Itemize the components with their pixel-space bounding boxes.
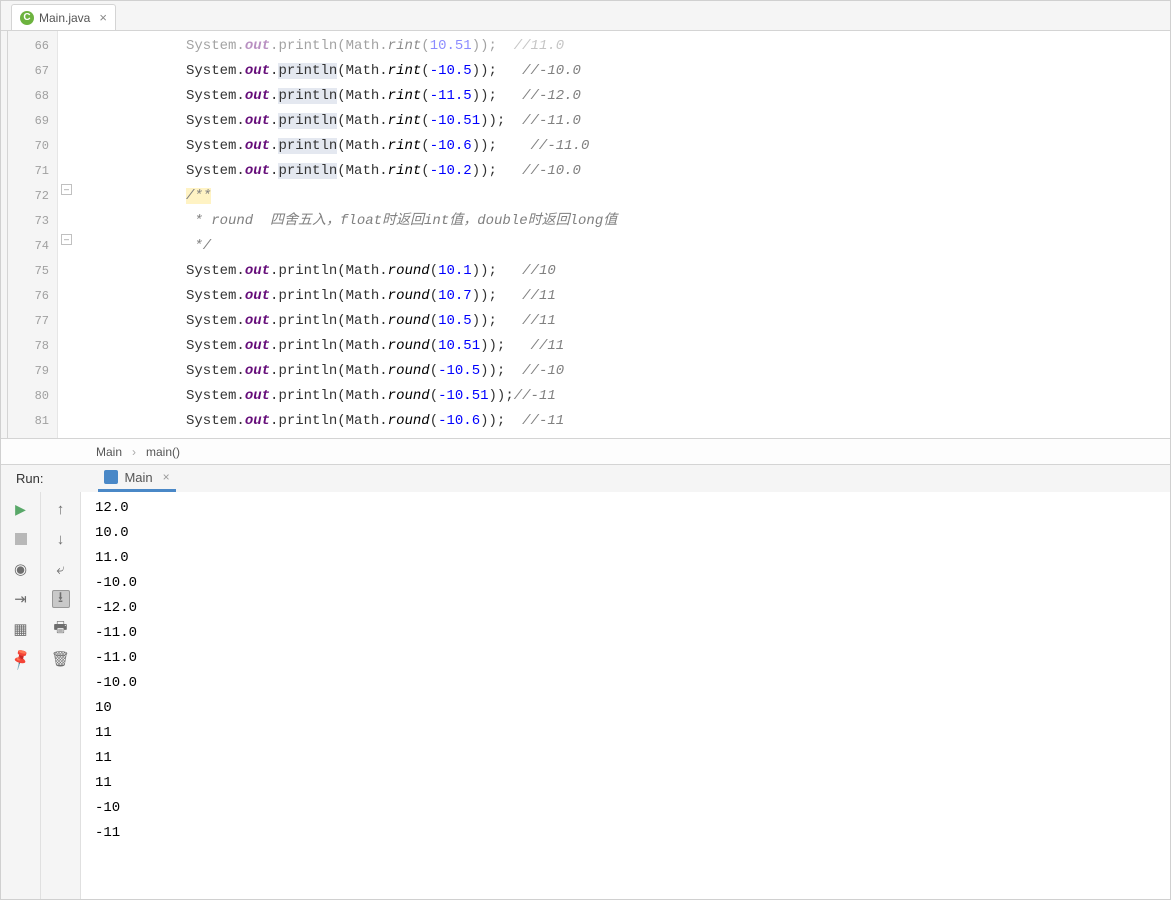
output-line: 11.0	[95, 546, 1170, 571]
output-line: 11	[95, 771, 1170, 796]
close-icon[interactable]: ×	[163, 470, 170, 484]
stop-icon[interactable]	[12, 530, 30, 548]
crumb-method[interactable]: main()	[146, 445, 180, 459]
pin-icon[interactable]: 📌	[8, 647, 33, 672]
layout-icon[interactable]: ▦	[12, 620, 30, 638]
run-label: Run:	[16, 471, 43, 486]
chevron-right-icon: ›	[132, 445, 136, 459]
code-line: System.out.println(Math.round(-10.6)); /…	[76, 409, 1170, 434]
code-line: System.out.println(Math.rint(-11.5)); //…	[76, 84, 1170, 109]
output-line: -11	[95, 821, 1170, 846]
line-number: 74	[8, 234, 49, 259]
code-line: System.out.println(Math.round(10.5)); //…	[76, 309, 1170, 334]
line-number: 76	[8, 284, 49, 309]
code-line: System.out.println(Math.rint(10.51)); //…	[76, 34, 1170, 59]
arrow-down-icon[interactable]: ↓	[52, 530, 70, 548]
output-line: 11	[95, 721, 1170, 746]
soft-wrap-icon[interactable]: ⤶	[52, 560, 70, 578]
code-line: */	[76, 234, 1170, 259]
line-number: 68	[8, 84, 49, 109]
code-line: System.out.println(Math.round(-10.51));/…	[76, 384, 1170, 409]
arrow-up-icon[interactable]: ↑	[52, 500, 70, 518]
run-toolbar-left: ▶ ◉ ⇥ ▦ 📌	[1, 492, 41, 899]
code-line: /**	[76, 184, 1170, 209]
rerun-icon[interactable]: ▶	[12, 500, 30, 518]
output-line: -11.0	[95, 621, 1170, 646]
output-line: 10.0	[95, 521, 1170, 546]
code-line: System.out.println(Math.rint(-10.6)); //…	[76, 134, 1170, 159]
code-line: System.out.println(Math.rint(-10.2)); //…	[76, 159, 1170, 184]
code-line: System.out.println(Math.round(10.1)); //…	[76, 259, 1170, 284]
line-number: 75	[8, 259, 49, 284]
line-number: 66	[8, 34, 49, 59]
breadcrumb: Main › main()	[1, 438, 1170, 464]
line-number: 72	[8, 184, 49, 209]
output-line: 12.0	[95, 496, 1170, 521]
output-line: 11	[95, 746, 1170, 771]
close-icon[interactable]: ×	[99, 10, 107, 25]
line-number: 71	[8, 159, 49, 184]
line-number: 69	[8, 109, 49, 134]
run-console: ▶ ◉ ⇥ ▦ 📌 ↑ ↓ ⤶ ⭳ 🖶 🗑 12.010.011.0-10.0-…	[1, 492, 1170, 899]
output-line: -10.0	[95, 571, 1170, 596]
output-line: -11.0	[95, 646, 1170, 671]
code-editor[interactable]: 666768697071727374757677787980818283 – –…	[1, 31, 1170, 438]
code-line: System.out.println(Math.rint(-10.51)); /…	[76, 109, 1170, 134]
code-line: System.out.println(Math.round(-10.2)); /…	[76, 434, 1170, 438]
line-number: 81	[8, 409, 49, 434]
fold-toggle-icon[interactable]: –	[61, 184, 72, 195]
tab-label: Main.java	[39, 11, 90, 25]
code-line: * round 四舍五入，float时返回int值，double时返回long值	[76, 209, 1170, 234]
run-toolbar: Run: Main ×	[1, 464, 1170, 492]
code-line: System.out.println(Math.round(10.7)); //…	[76, 284, 1170, 309]
output-line: -10	[95, 796, 1170, 821]
editor-tabbar: C Main.java ×	[1, 1, 1170, 31]
scroll-to-end-icon[interactable]: ⭳	[52, 590, 70, 608]
file-tab-main[interactable]: C Main.java ×	[11, 4, 116, 30]
line-number: 78	[8, 334, 49, 359]
fold-column: – –	[58, 31, 76, 438]
java-class-icon: C	[20, 11, 34, 25]
print-icon[interactable]: 🖶	[52, 620, 70, 638]
line-number: 70	[8, 134, 49, 159]
code-line: System.out.println(Math.rint(-10.5)); //…	[76, 59, 1170, 84]
run-toolbar-mid: ↑ ↓ ⤶ ⭳ 🖶 🗑	[41, 492, 81, 899]
fold-toggle-icon[interactable]: –	[61, 234, 72, 245]
code-area[interactable]: System.out.println(Math.rint(10.51)); //…	[76, 31, 1170, 438]
line-number: 79	[8, 359, 49, 384]
run-config-tab[interactable]: Main ×	[98, 466, 175, 492]
console-output[interactable]: 12.010.011.0-10.0-12.0-11.0-11.0-10.0101…	[81, 492, 1170, 899]
code-line: System.out.println(Math.round(-10.5)); /…	[76, 359, 1170, 384]
exit-icon[interactable]: ⇥	[12, 590, 30, 608]
output-line: 10	[95, 696, 1170, 721]
output-line: -10.0	[95, 671, 1170, 696]
line-number: 73	[8, 209, 49, 234]
line-number: 80	[8, 384, 49, 409]
output-line: -12.0	[95, 596, 1170, 621]
code-line: System.out.println(Math.round(10.51)); /…	[76, 334, 1170, 359]
line-number-gutter: 666768697071727374757677787980818283	[8, 31, 58, 438]
camera-icon[interactable]: ◉	[12, 560, 30, 578]
crumb-class[interactable]: Main	[96, 445, 122, 459]
line-number: 67	[8, 59, 49, 84]
application-icon	[104, 470, 118, 484]
line-number: 77	[8, 309, 49, 334]
trash-icon[interactable]: 🗑	[52, 650, 70, 668]
run-config-name: Main	[124, 470, 152, 485]
